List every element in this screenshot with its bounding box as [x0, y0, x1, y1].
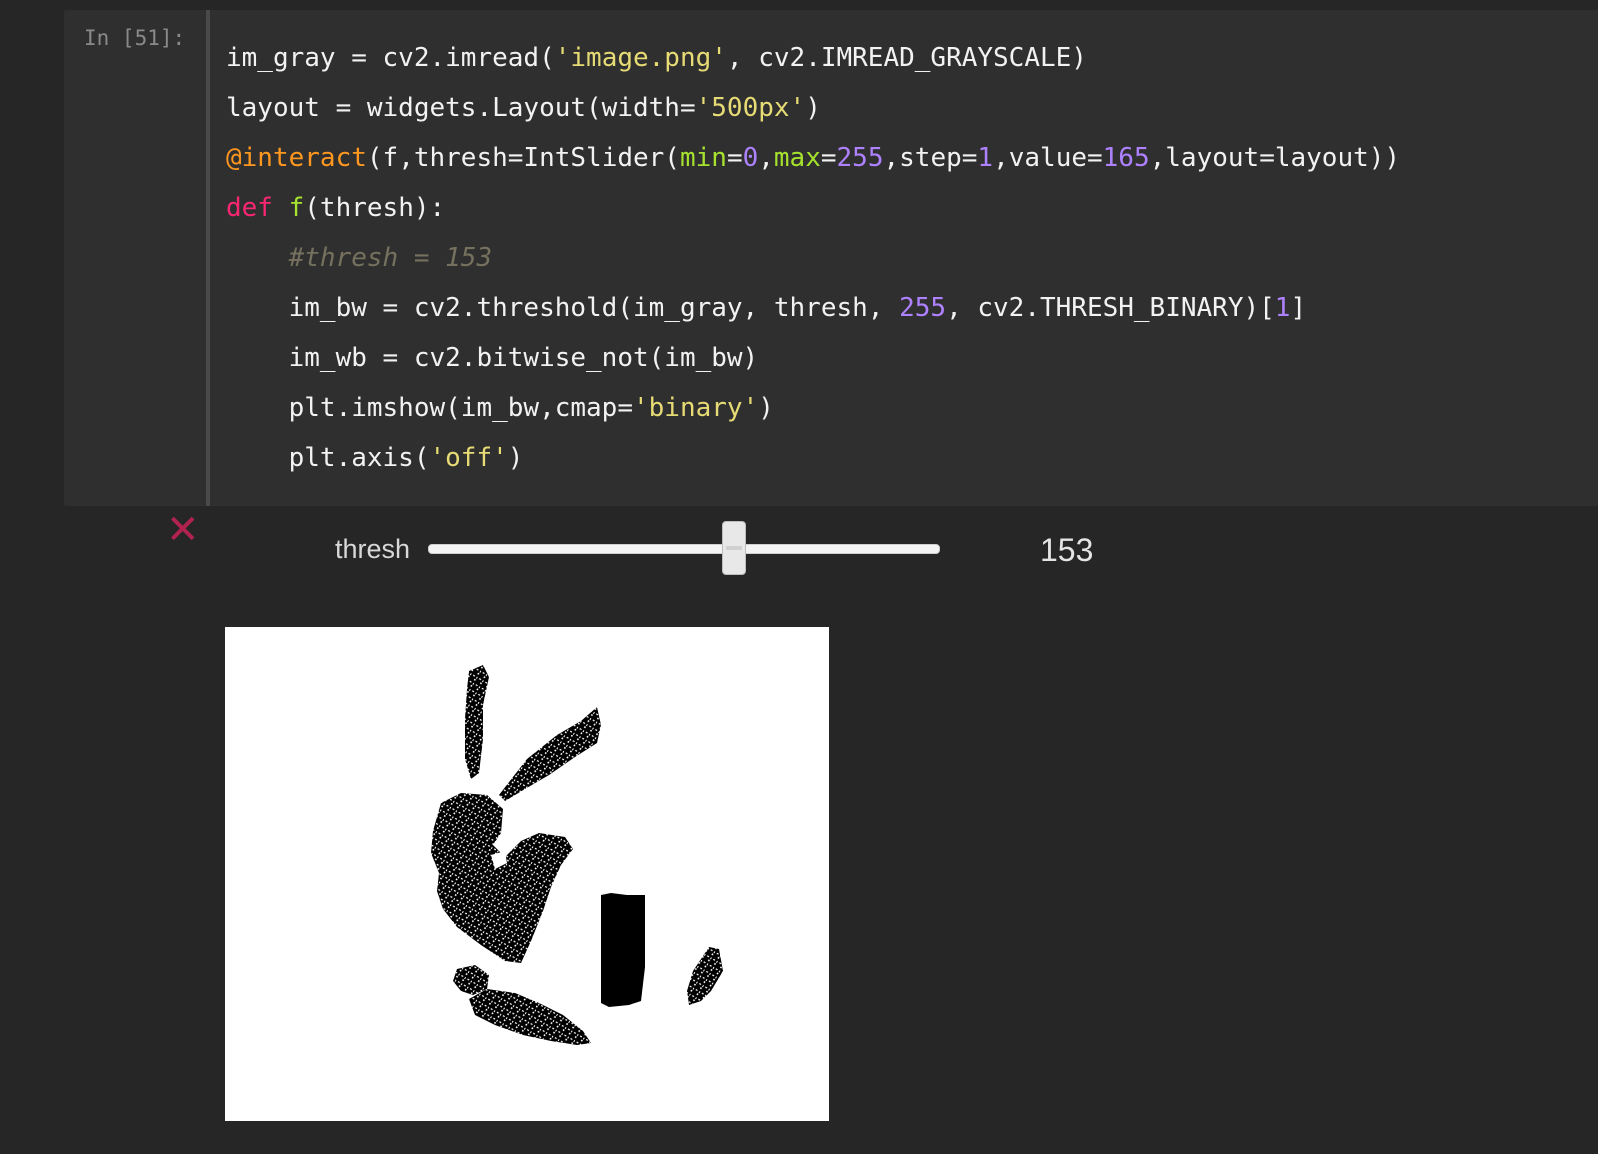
blob-diagonal-arm: [499, 707, 601, 801]
code-token-kw: def: [226, 193, 273, 223]
code-line[interactable]: plt.axis('off'): [226, 433, 1400, 483]
code-token-plain: =: [726, 143, 743, 173]
code-token-def: f: [288, 193, 305, 223]
code-line[interactable]: im_wb = cv2.bitwise_not(im_bw): [226, 333, 1400, 383]
code-token-arg: min: [679, 143, 727, 173]
slider-value-readout[interactable]: 153: [1040, 532, 1093, 569]
code-token-deco: @interact: [226, 143, 367, 173]
code-token-plain: im_wb = cv2.bitwise_not(im_bw): [226, 343, 759, 373]
solid-rectangle: [601, 893, 645, 1007]
code-line[interactable]: def f(thresh):: [226, 183, 1400, 233]
code-token-plain: =: [820, 143, 837, 173]
code-token-num: 1: [1274, 293, 1291, 323]
code-token-arg: max: [773, 143, 821, 173]
binary-image-plot: [225, 627, 829, 1121]
code-token-num: 1: [977, 143, 994, 173]
blob-top-vertical: [465, 665, 489, 779]
thresh-slider-handle[interactable]: [722, 521, 746, 575]
code-token-plain: ,: [758, 143, 774, 173]
code-token-str: 'image.png': [554, 43, 727, 73]
code-token-plain: plt.axis(: [226, 443, 430, 473]
code-token-str: 'off': [429, 443, 508, 473]
code-token-plain: ]: [1290, 293, 1307, 323]
plot-svg: [431, 665, 723, 1045]
code-token-plain: im_bw = cv2.threshold(im_gray, thresh,: [226, 293, 900, 323]
code-token-str: 'binary': [633, 393, 759, 423]
blob-bottom-lens: [469, 989, 591, 1045]
code-token-num: 255: [899, 293, 947, 323]
code-token-plain: , cv2.IMREAD_GRAYSCALE): [726, 43, 1087, 73]
code-token-str: '500px': [695, 93, 806, 123]
close-icon[interactable]: ✕: [166, 510, 200, 550]
blob-lower-left: [453, 965, 489, 995]
code-editor[interactable]: im_gray = cv2.imread('image.png', cv2.IM…: [226, 33, 1400, 483]
code-token-num: 255: [836, 143, 884, 173]
blob-main-body: [431, 793, 573, 963]
code-token-plain: im_gray = cv2.imread(: [226, 43, 555, 73]
code-token-plain: ,step=: [883, 143, 978, 173]
blob-small-right: [687, 947, 723, 1005]
slider-label: thresh: [335, 534, 411, 564]
code-line[interactable]: #thresh = 153: [226, 233, 1400, 283]
cell-gutter: [206, 10, 210, 506]
cell-prompt: In [51]:: [84, 26, 186, 50]
code-token-num: 165: [1102, 143, 1150, 173]
code-line[interactable]: im_gray = cv2.imread('image.png', cv2.IM…: [226, 33, 1400, 83]
code-line[interactable]: layout = widgets.Layout(width='500px'): [226, 83, 1400, 133]
code-token-plain: ,layout=layout)): [1149, 143, 1401, 173]
code-token-plain: (f,thresh=IntSlider(: [366, 143, 680, 173]
thresh-slider-track[interactable]: [428, 544, 940, 554]
code-token-plain: , cv2.THRESH_BINARY)[: [946, 293, 1275, 323]
code-line[interactable]: @interact(f,thresh=IntSlider(min=0,max=2…: [226, 133, 1400, 183]
code-token-num: 0: [742, 143, 759, 173]
code-token-com: #thresh = 153: [288, 243, 493, 273]
notebook-page: In [51]: im_gray = cv2.imread('image.png…: [0, 0, 1598, 1154]
code-token-plain: ): [805, 93, 821, 123]
code-token-plain: plt.imshow(im_bw,cmap=: [226, 393, 633, 423]
code-token-plain: layout = widgets.Layout(width=: [226, 93, 696, 123]
code-token-plain: (thresh):: [304, 193, 446, 223]
code-token-plain: ): [507, 443, 524, 473]
code-line[interactable]: im_bw = cv2.threshold(im_gray, thresh, 2…: [226, 283, 1400, 333]
code-token-plain: ,value=: [993, 143, 1103, 173]
code-token-plain: ): [758, 393, 774, 423]
code-line[interactable]: plt.imshow(im_bw,cmap='binary'): [226, 383, 1400, 433]
